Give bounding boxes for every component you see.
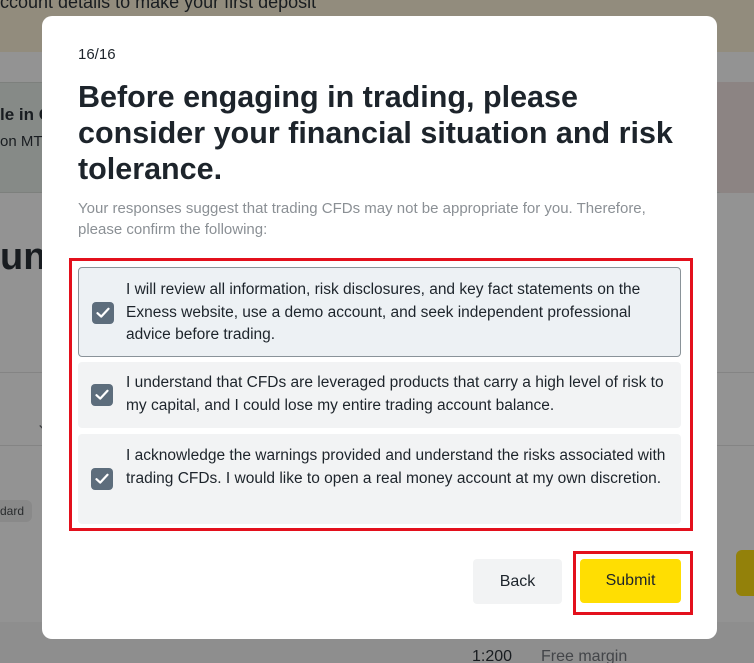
confirmation-option-review[interactable]: I will review all information, risk disc…: [78, 267, 681, 357]
check-icon: [96, 307, 110, 318]
confirmation-option-acknowledge[interactable]: I acknowledge the warnings provided and …: [78, 434, 681, 524]
check-icon: [95, 389, 109, 400]
back-button[interactable]: Back: [473, 559, 562, 604]
option-text: I acknowledge the warnings provided and …: [126, 447, 666, 487]
confirmation-modal: 16/16 Before engaging in trading, please…: [42, 16, 717, 639]
option-text: I understand that CFDs are leveraged pro…: [126, 374, 664, 414]
modal-subtitle: Your responses suggest that trading CFDs…: [78, 200, 646, 238]
confirmation-option-leverage-risk[interactable]: I understand that CFDs are leveraged pro…: [78, 362, 681, 428]
modal-title: Before engaging in trading, please consi…: [78, 80, 673, 186]
option-text: I will review all information, risk disc…: [126, 281, 641, 343]
checkbox-checked[interactable]: [91, 384, 113, 406]
checkbox-checked[interactable]: [92, 302, 114, 324]
step-counter: 16/16: [78, 46, 116, 63]
checkbox-checked[interactable]: [91, 468, 113, 490]
check-icon: [95, 473, 109, 484]
submit-button[interactable]: Submit: [580, 559, 681, 603]
